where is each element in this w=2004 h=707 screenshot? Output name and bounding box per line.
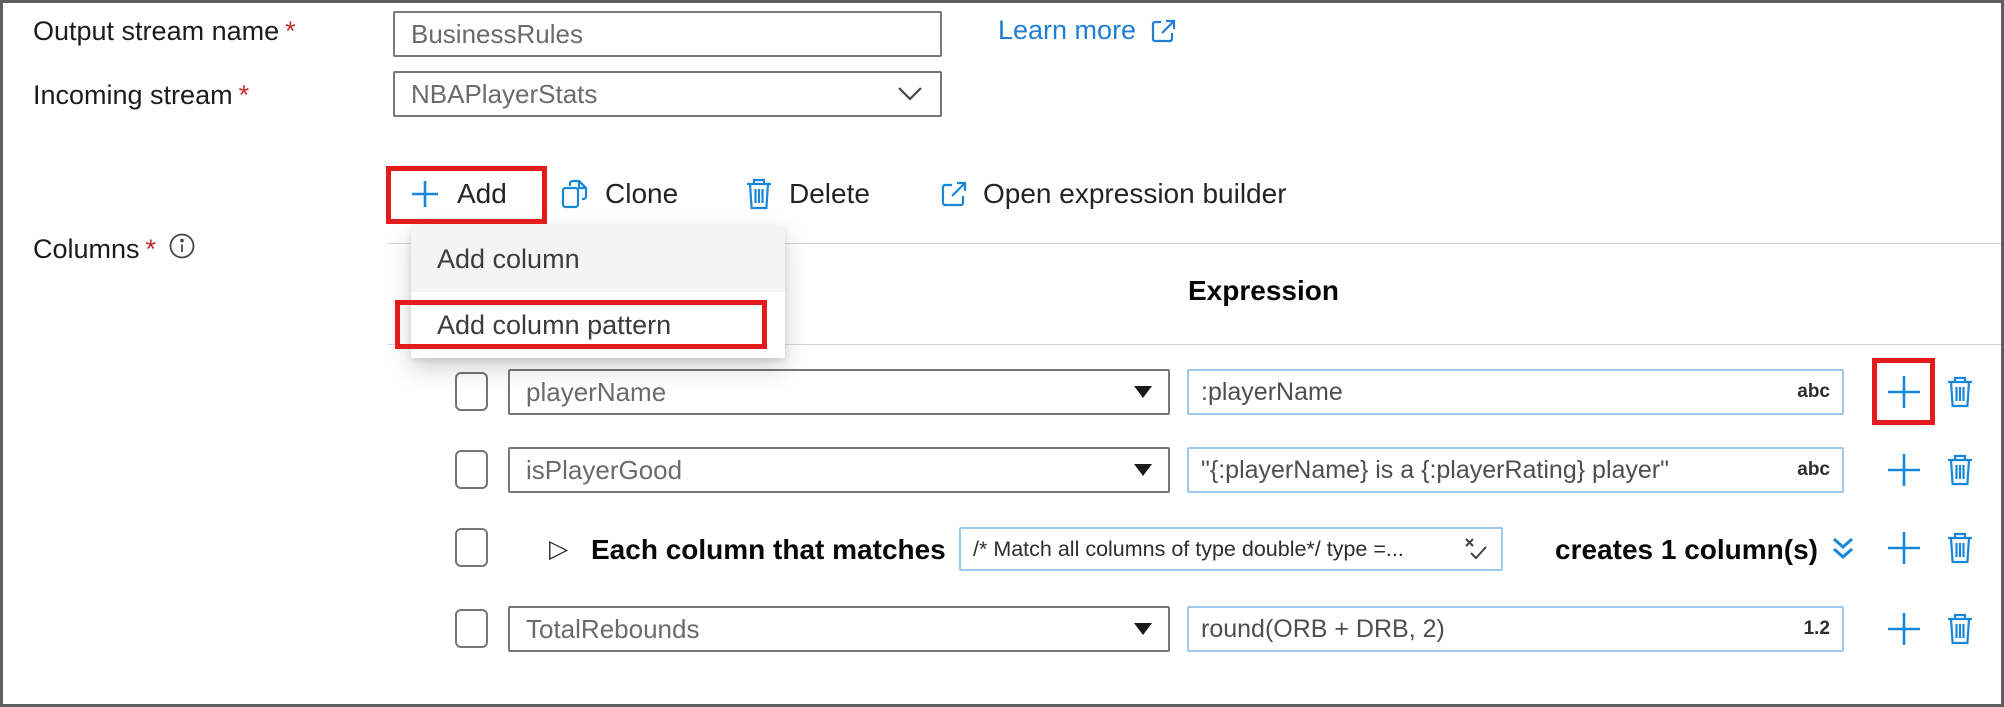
expression-input[interactable]: round(ORB + DRB, 2) 1.2 xyxy=(1187,606,1844,652)
expression-language-icon xyxy=(1463,536,1489,562)
pattern-creates-label: creates 1 column(s) xyxy=(1555,534,1818,566)
menu-item-add-column[interactable]: Add column xyxy=(411,226,785,292)
expression-column-header: Expression xyxy=(1188,275,1339,307)
plus-icon xyxy=(1884,609,1924,649)
delete-row-button[interactable] xyxy=(1943,374,1977,410)
clone-button[interactable]: Clone xyxy=(559,169,678,219)
pattern-expression-value: /* Match all columns of type double*/ ty… xyxy=(973,537,1463,562)
row-checkbox[interactable] xyxy=(455,450,488,489)
open-expression-builder-button[interactable]: Open expression builder xyxy=(937,169,1287,219)
output-stream-name-input[interactable]: BusinessRules xyxy=(393,11,942,57)
clone-icon xyxy=(559,177,591,211)
plus-icon xyxy=(1884,450,1924,490)
trash-icon xyxy=(1943,530,1977,566)
add-menu: Add column Add column pattern xyxy=(411,226,785,358)
column-name-dropdown[interactable]: playerName xyxy=(508,369,1170,415)
row-checkbox[interactable] xyxy=(455,372,488,411)
external-link-icon xyxy=(937,178,969,210)
required-asterisk: * xyxy=(146,234,157,265)
expression-input[interactable]: :playerName abc xyxy=(1187,369,1844,415)
plus-icon xyxy=(1884,528,1924,568)
columns-label: Columns* xyxy=(33,234,196,265)
plus-icon xyxy=(407,176,443,212)
dropdown-caret-icon xyxy=(1134,623,1152,635)
add-derived-column-button[interactable] xyxy=(1884,372,1924,412)
trash-icon xyxy=(1943,611,1977,647)
delete-row-button[interactable] xyxy=(1943,452,1977,488)
trash-icon xyxy=(1943,374,1977,410)
column-name-dropdown[interactable]: isPlayerGood xyxy=(508,447,1170,493)
required-asterisk: * xyxy=(285,16,296,46)
type-badge: 1.2 xyxy=(1804,618,1830,640)
add-derived-column-button[interactable] xyxy=(1884,450,1924,490)
trash-icon xyxy=(743,176,775,212)
expression-value: "{:playerName} is a {:playerRating} play… xyxy=(1201,456,1789,485)
type-badge: abc xyxy=(1797,381,1830,403)
output-stream-name-label-text: Output stream name xyxy=(33,16,279,46)
delete-button[interactable]: Delete xyxy=(743,169,870,219)
delete-button-label: Delete xyxy=(789,178,870,210)
row-checkbox[interactable] xyxy=(455,528,488,567)
add-derived-column-button[interactable] xyxy=(1884,528,1924,568)
row-checkbox[interactable] xyxy=(455,609,488,648)
output-stream-name-value: BusinessRules xyxy=(411,19,583,50)
required-asterisk: * xyxy=(239,80,250,110)
expression-input[interactable]: "{:playerName} is a {:playerRating} play… xyxy=(1187,447,1844,493)
add-derived-column-button[interactable] xyxy=(1884,609,1924,649)
type-badge: abc xyxy=(1797,459,1830,481)
expression-value: round(ORB + DRB, 2) xyxy=(1201,615,1796,644)
info-icon[interactable] xyxy=(168,232,196,260)
output-stream-name-label: Output stream name* xyxy=(33,16,296,47)
dropdown-caret-icon xyxy=(1134,386,1152,398)
add-button[interactable]: Add xyxy=(407,169,507,219)
clone-button-label: Clone xyxy=(605,178,678,210)
column-name-value: TotalRebounds xyxy=(526,614,1124,645)
incoming-stream-label-text: Incoming stream xyxy=(33,80,233,110)
external-link-icon xyxy=(1148,16,1178,46)
derived-column-settings-panel: Output stream name* BusinessRules Learn … xyxy=(0,0,2004,707)
trash-icon xyxy=(1943,452,1977,488)
pattern-match-label: Each column that matches xyxy=(591,534,946,566)
open-expression-builder-label: Open expression builder xyxy=(983,178,1287,210)
expression-value: :playerName xyxy=(1201,378,1789,407)
columns-label-text: Columns xyxy=(33,234,140,265)
pattern-expression-input[interactable]: /* Match all columns of type double*/ ty… xyxy=(959,527,1503,571)
expand-all-icon[interactable] xyxy=(1827,533,1859,565)
chevron-down-icon xyxy=(896,85,924,103)
add-button-label: Add xyxy=(457,178,507,210)
expand-pattern-icon[interactable]: ▷ xyxy=(549,534,568,564)
incoming-stream-label: Incoming stream* xyxy=(33,80,249,111)
column-name-dropdown[interactable]: TotalRebounds xyxy=(508,606,1170,652)
dropdown-caret-icon xyxy=(1134,464,1152,476)
learn-more-label: Learn more xyxy=(998,15,1136,46)
column-name-value: isPlayerGood xyxy=(526,455,1124,486)
incoming-stream-select[interactable]: NBAPlayerStats xyxy=(393,71,942,117)
learn-more-link[interactable]: Learn more xyxy=(998,15,1178,46)
plus-icon xyxy=(1884,372,1924,412)
menu-item-add-column-pattern[interactable]: Add column pattern xyxy=(411,292,785,358)
delete-row-button[interactable] xyxy=(1943,611,1977,647)
delete-row-button[interactable] xyxy=(1943,530,1977,566)
column-name-value: playerName xyxy=(526,377,1124,408)
incoming-stream-value: NBAPlayerStats xyxy=(411,79,896,110)
double-chevron-down-icon xyxy=(1827,533,1859,565)
